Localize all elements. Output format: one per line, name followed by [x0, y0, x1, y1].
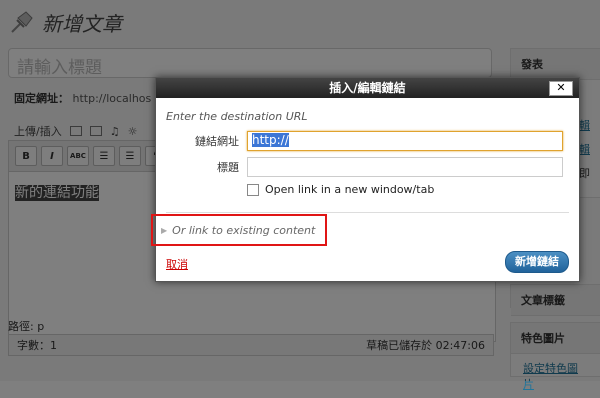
insert-link-dialog: 插入/編輯鏈結 ✕ Enter the destination URL 鏈結網址…	[151, 77, 580, 282]
new-window-row: Open link in a new window/tab	[247, 183, 569, 196]
link-title-input[interactable]	[247, 157, 563, 177]
existing-content-highlight: ▶ Or link to existing content	[151, 214, 327, 246]
destination-hint: Enter the destination URL	[166, 110, 308, 123]
dialog-titlebar: 插入/編輯鏈結 ✕	[156, 78, 579, 98]
url-row: 鏈結網址 http://	[166, 131, 569, 151]
expand-arrow-icon: ▶	[161, 225, 168, 235]
dialog-title: 插入/編輯鏈結	[329, 81, 406, 95]
title-label: 標題	[217, 161, 239, 174]
url-input[interactable]: http://	[247, 131, 563, 151]
dialog-divider	[166, 212, 569, 213]
new-window-checkbox[interactable]	[247, 183, 259, 196]
close-icon[interactable]: ✕	[549, 81, 573, 96]
cancel-link[interactable]: 取消	[166, 256, 188, 272]
new-window-label[interactable]: Open link in a new window/tab	[265, 183, 434, 196]
url-label: 鏈結網址	[195, 135, 239, 148]
dialog-body: Enter the destination URL 鏈結網址 http:// 標…	[156, 98, 579, 213]
title-row: 標題	[166, 157, 569, 177]
existing-content-toggle[interactable]: Or link to existing content	[172, 224, 315, 237]
url-value: http://	[252, 133, 289, 147]
add-link-button[interactable]: 新增鏈結	[505, 251, 569, 273]
